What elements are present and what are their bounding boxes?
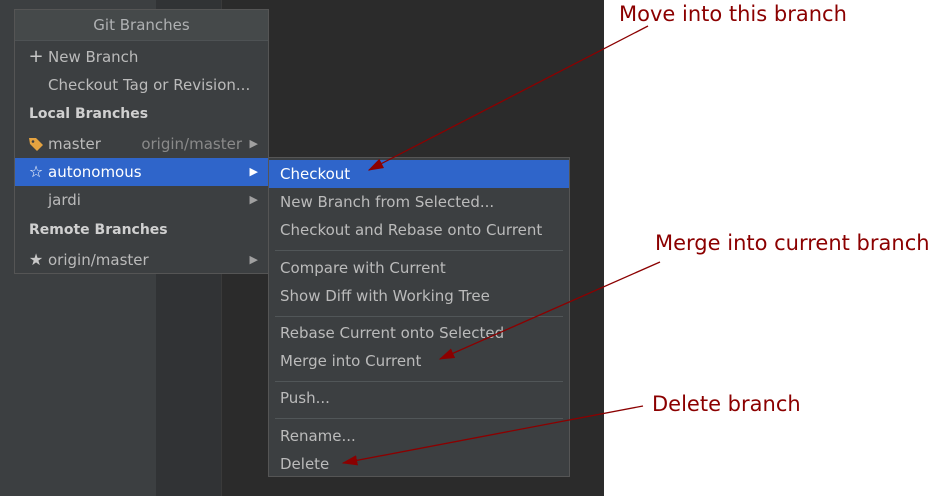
annotation-delete: Delete branch	[652, 392, 801, 416]
arrow-move	[367, 25, 649, 171]
arrow-delete	[341, 405, 644, 466]
annotation-move: Move into this branch	[619, 2, 847, 26]
annotation-merge: Merge into current branch	[655, 231, 930, 255]
arrow-merge	[438, 261, 661, 360]
